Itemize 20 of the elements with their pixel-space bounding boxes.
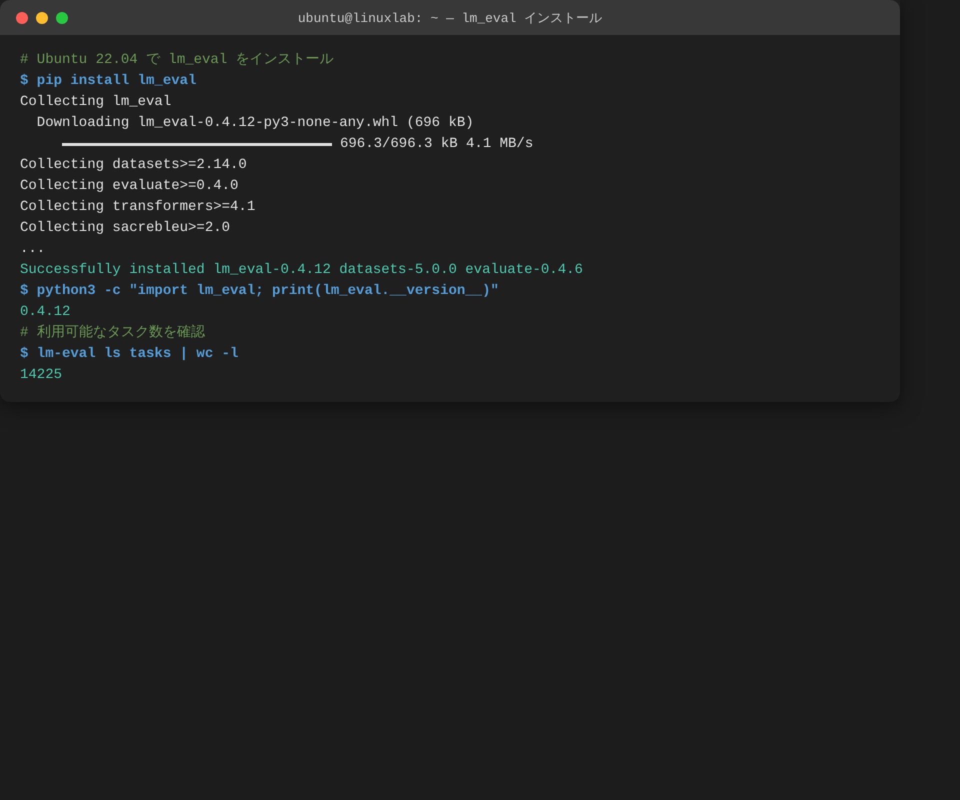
command-line: $ pip install lm_eval <box>20 72 198 91</box>
close-icon[interactable] <box>16 12 28 24</box>
progress-text: 696.3/696.3 kB 4.1 MB/s <box>340 135 534 154</box>
comment-line: # 利用可能なタスク数を確認 <box>20 324 206 343</box>
command-line: $ python3 -c "import lm_eval; print(lm_eval.__version__)" <box>20 282 500 301</box>
output-line: Collecting datasets>=2.14.0 <box>20 156 248 175</box>
command-line: $ lm-eval ls tasks | wc -l <box>20 345 240 364</box>
minimize-icon[interactable] <box>36 12 48 24</box>
output-line: Collecting transformers>=4.1 <box>20 198 256 217</box>
output-line: Collecting sacrebleu>=2.0 <box>20 219 232 238</box>
output-line: Collecting lm_eval <box>20 93 172 112</box>
output-line: Collecting evaluate>=0.4.0 <box>20 177 240 196</box>
success-line: 14225 <box>20 366 64 385</box>
output-line: Downloading lm_eval-0.4.12-py3-none-any.whl (696 kB) <box>36 114 475 133</box>
window-title: ubuntu@linuxlab: ~ — lm_eval インストール <box>298 10 602 26</box>
maximize-icon[interactable] <box>56 12 68 24</box>
comment-line: # Ubuntu 22.04 で lm_eval をインストール <box>20 51 335 70</box>
output-line: ... <box>20 240 46 259</box>
success-line: 0.4.12 <box>20 303 72 322</box>
success-line: Successfully installed lm_eval-0.4.12 datasets-5.0.0 evaluate-0.4.6 <box>20 261 584 280</box>
